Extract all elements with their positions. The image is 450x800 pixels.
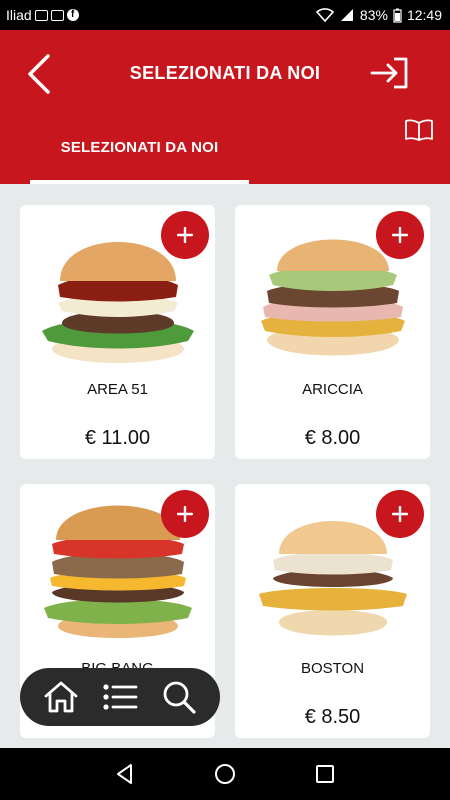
clock: 12:49	[406, 7, 442, 23]
product-card[interactable]: BOSTON € 8.50	[235, 484, 430, 738]
list-icon[interactable]	[98, 675, 142, 719]
status-bar: Iliad f 83% 12:49	[0, 0, 450, 30]
product-card[interactable]: ARICCIA € 8.00	[235, 205, 430, 459]
app-bar: SELEZIONATI DA NOI SELEZIONATI DA NOI	[0, 30, 450, 184]
product-price: € 8.00	[304, 427, 361, 449]
page-title: SELEZIONATI DA NOI	[129, 63, 321, 83]
tab-label: SELEZIONATI DA NOI	[60, 139, 219, 156]
system-nav-bar	[0, 748, 450, 800]
carrier-group: Iliad f	[6, 7, 79, 23]
product-name: AREA 51	[87, 381, 148, 398]
notification-icon	[34, 9, 48, 21]
bottom-nav	[20, 668, 220, 726]
add-to-cart-button[interactable]	[161, 211, 209, 259]
battery-icon	[393, 8, 402, 23]
recents-square-icon[interactable]	[313, 762, 337, 786]
back-triangle-icon[interactable]	[113, 762, 137, 786]
plus-icon	[392, 227, 408, 243]
plus-icon	[177, 227, 193, 243]
home-icon[interactable]	[39, 675, 83, 719]
add-to-cart-button[interactable]	[376, 211, 424, 259]
product-price: € 8.50	[304, 706, 361, 728]
facebook-icon: f	[66, 9, 79, 21]
book-icon[interactable]	[404, 118, 434, 142]
add-to-cart-button[interactable]	[376, 490, 424, 538]
plus-icon	[177, 506, 193, 522]
login-icon[interactable]	[370, 57, 410, 89]
status-right: 83% 12:49	[315, 7, 442, 23]
home-circle-icon[interactable]	[213, 762, 237, 786]
plus-icon	[392, 506, 408, 522]
search-icon[interactable]	[157, 675, 201, 719]
wifi-icon	[315, 8, 334, 22]
back-arrow-icon[interactable]	[22, 52, 58, 96]
product-name: BOSTON	[300, 660, 365, 677]
notification-icon	[50, 9, 64, 21]
add-to-cart-button[interactable]	[161, 490, 209, 538]
product-grid: AREA 51 € 11.00 ARICCIA € 8.00 BOSTON € …	[0, 184, 450, 749]
product-name: ARICCIA	[302, 381, 363, 398]
carrier-name: Iliad	[6, 7, 32, 23]
tab-selezionati[interactable]: SELEZIONATI DA NOI	[30, 130, 249, 184]
battery-percent: 83%	[359, 7, 388, 23]
product-card[interactable]: AREA 51 € 11.00	[20, 205, 215, 459]
signal-icon	[340, 9, 353, 21]
product-price: € 11.00	[84, 427, 151, 449]
